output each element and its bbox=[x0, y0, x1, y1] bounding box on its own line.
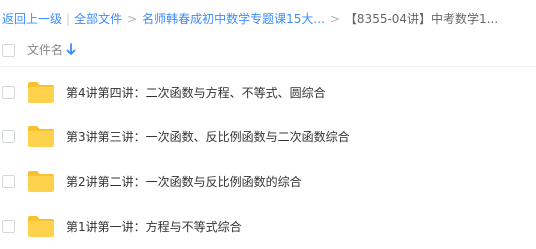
file-name[interactable]: 第4讲第四讲：二次函数与方程、不等式、圆综合 bbox=[66, 84, 326, 102]
file-name[interactable]: 第3讲第三讲：一次函数、反比例函数与二次函数综合 bbox=[66, 128, 350, 146]
file-row[interactable]: 第1讲第一讲：方程与不等式综合 bbox=[0, 205, 536, 249]
row-checkbox[interactable] bbox=[2, 220, 15, 233]
row-checkbox[interactable] bbox=[2, 130, 15, 143]
breadcrumb-divider: | bbox=[66, 12, 71, 26]
row-checkbox[interactable] bbox=[2, 175, 15, 188]
file-row[interactable]: 第2讲第二讲：一次函数与反比例函数的综合 bbox=[0, 160, 536, 204]
row-checkbox[interactable] bbox=[2, 86, 15, 99]
folder-icon bbox=[28, 171, 54, 192]
breadcrumb-level2-link[interactable]: 名师韩春成初中数学专题课15大... bbox=[142, 9, 325, 29]
folder-icon bbox=[28, 216, 54, 237]
sort-down-icon[interactable] bbox=[66, 43, 76, 57]
file-name[interactable]: 第1讲第一讲：方程与不等式综合 bbox=[66, 218, 242, 236]
file-name[interactable]: 第2讲第二讲：一次函数与反比例函数的综合 bbox=[66, 173, 302, 191]
file-row[interactable]: 第4讲第四讲：二次函数与方程、不等式、圆综合 bbox=[0, 71, 536, 115]
breadcrumb-current: 【8355-04讲】中考数学1... bbox=[344, 12, 499, 26]
back-link[interactable]: 返回上一级 bbox=[2, 9, 62, 29]
folder-icon bbox=[28, 82, 54, 103]
column-header-filename[interactable]: 文件名 bbox=[27, 41, 63, 59]
select-all-checkbox[interactable] bbox=[2, 44, 15, 57]
breadcrumb-separator: > bbox=[127, 12, 138, 26]
folder-icon bbox=[28, 126, 54, 147]
all-files-link[interactable]: 全部文件 bbox=[74, 9, 122, 29]
breadcrumb: 返回上一级 | 全部文件 > 名师韩春成初中数学专题课15大... > 【835… bbox=[2, 9, 498, 29]
file-list-header: 文件名 bbox=[0, 36, 536, 67]
breadcrumb-separator: > bbox=[329, 12, 340, 26]
file-row[interactable]: 第3讲第三讲：一次函数、反比例函数与二次函数综合 bbox=[0, 115, 536, 159]
